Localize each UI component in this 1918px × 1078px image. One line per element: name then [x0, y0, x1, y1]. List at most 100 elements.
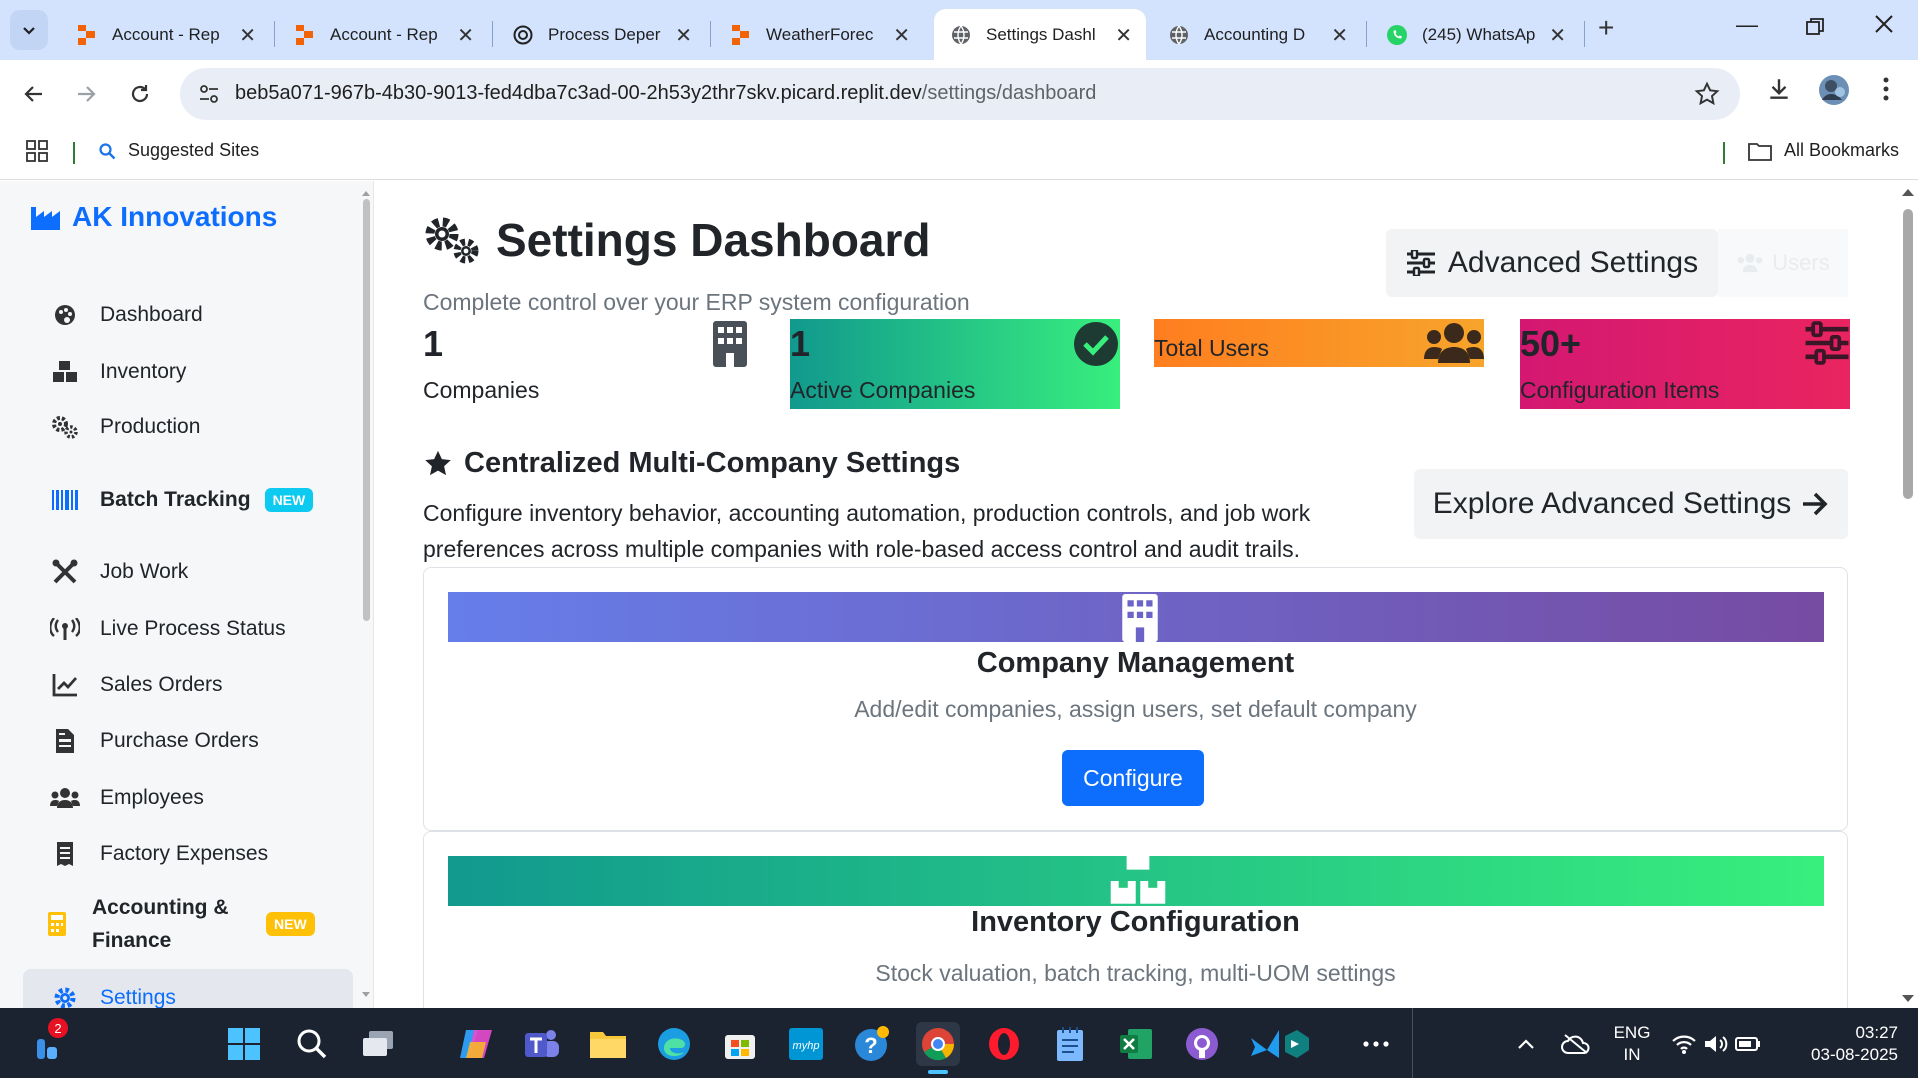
- profile-avatar[interactable]: [1818, 74, 1850, 106]
- excel-app[interactable]: [1114, 1022, 1158, 1066]
- sidebar-item-factory-expenses[interactable]: Factory Expenses: [50, 834, 268, 874]
- edge-app[interactable]: [652, 1022, 696, 1066]
- sidebar-item-live-process-status[interactable]: Live Process Status: [50, 609, 286, 649]
- building-icon: [1122, 594, 1158, 642]
- myhp-app[interactable]: myhp: [784, 1022, 828, 1066]
- reload-button[interactable]: [122, 76, 158, 112]
- back-button[interactable]: [16, 76, 52, 112]
- sidebar-item-batch-tracking[interactable]: Batch Tracking NEW: [50, 480, 314, 520]
- site-info-icon[interactable]: [198, 83, 220, 105]
- check-circle-icon: [1073, 321, 1119, 367]
- forward-button[interactable]: [68, 76, 104, 112]
- all-bookmarks-button[interactable]: All Bookmarks: [1748, 140, 1899, 161]
- taskbar-overflow-button[interactable]: [1354, 1022, 1398, 1066]
- sliders-icon: [1804, 321, 1850, 365]
- vscode-app[interactable]: [1246, 1022, 1316, 1066]
- windows-taskbar: 2 myhp ? ENG IN 03:27 03-08-2025: [0, 1008, 1918, 1078]
- browser-tab[interactable]: (245) WhatsAp ✕: [1370, 9, 1580, 60]
- microsoft-store-app[interactable]: [718, 1022, 762, 1066]
- tray-chevron-up-button[interactable]: [1504, 1022, 1548, 1066]
- new-tab-button[interactable]: +: [1598, 14, 1614, 42]
- gear-icon: [50, 986, 80, 1008]
- sidebar-item-employees[interactable]: Employees: [50, 778, 204, 818]
- task-view-button[interactable]: [356, 1022, 400, 1066]
- page-scrollbar[interactable]: [1898, 181, 1918, 1008]
- sliders-icon: [1406, 250, 1435, 276]
- close-tab-icon[interactable]: ✕: [457, 23, 474, 48]
- hp-icon: myhp: [789, 1028, 823, 1060]
- advanced-settings-button[interactable]: Advanced Settings: [1386, 229, 1718, 297]
- new-badge: NEW: [266, 912, 315, 936]
- start-button[interactable]: [222, 1022, 266, 1066]
- main-content: Settings Dashboard Complete control over…: [374, 181, 1898, 1008]
- store-icon: [725, 1035, 755, 1059]
- get-help-app[interactable]: ?: [850, 1022, 894, 1066]
- close-tab-icon[interactable]: ✕: [1115, 23, 1132, 48]
- github-app[interactable]: [1180, 1022, 1224, 1066]
- downloads-button[interactable]: [1766, 76, 1792, 102]
- boxes-icon: [50, 361, 80, 383]
- sidebar-item-purchase-orders[interactable]: Purchase Orders: [50, 721, 259, 761]
- onedrive-tray-icon[interactable]: [1554, 1022, 1598, 1066]
- bookmark-suggested-sites[interactable]: Suggested Sites: [98, 140, 259, 161]
- copilot-app[interactable]: [454, 1022, 498, 1066]
- boxes-icon: [1108, 856, 1168, 906]
- language-indicator[interactable]: ENG IN: [1610, 1022, 1654, 1066]
- taskbar-search-button[interactable]: [290, 1022, 334, 1066]
- address-bar[interactable]: beb5a071-967b-4b30-9013-fed4dba7c3ad-00-…: [180, 68, 1740, 120]
- stat-value: 50+: [1520, 323, 1582, 364]
- opera-app[interactable]: [982, 1022, 1026, 1066]
- task-view-icon: [363, 1031, 393, 1056]
- users-button[interactable]: Users: [1718, 229, 1848, 297]
- close-tab-icon[interactable]: ✕: [1549, 23, 1566, 48]
- bookmark-star-icon[interactable]: [1694, 81, 1720, 107]
- stat-label: Configuration Items: [1520, 377, 1720, 403]
- sidebar-item-dashboard[interactable]: Dashboard: [50, 295, 203, 335]
- sidebar-item-job-work[interactable]: Job Work: [50, 552, 188, 592]
- brand-logo[interactable]: AK Innovations: [30, 201, 277, 233]
- browser-tab[interactable]: Account - Rep ✕: [60, 9, 270, 60]
- edge-icon: [658, 1028, 690, 1060]
- receipt-icon: [50, 841, 80, 867]
- stat-card-companies: 1 Companies: [423, 319, 753, 409]
- system-clock[interactable]: 03:27 03-08-2025: [1786, 1022, 1898, 1066]
- sidebar-scroll-thumb[interactable]: [363, 199, 370, 621]
- folder-icon: [590, 1032, 626, 1058]
- restore-button[interactable]: [1806, 18, 1824, 36]
- help-icon: ?: [855, 1026, 889, 1061]
- sidebar-item-settings[interactable]: Settings: [50, 978, 176, 1008]
- sidebar-item-production[interactable]: Production: [50, 407, 200, 447]
- file-explorer-app[interactable]: [586, 1022, 630, 1066]
- close-tab-icon[interactable]: ✕: [1331, 23, 1348, 48]
- browser-tab-active[interactable]: Settings Dashl ✕: [934, 9, 1146, 60]
- bookmarks-bar: Suggested Sites All Bookmarks: [0, 128, 1918, 180]
- reload-icon: [131, 85, 149, 103]
- sidebar-item-accounting-finance[interactable]: Accounting & Finance NEW: [42, 889, 315, 959]
- tab-search-button[interactable]: [10, 10, 48, 50]
- close-tab-icon[interactable]: ✕: [239, 23, 256, 48]
- explore-advanced-settings-button[interactable]: Explore Advanced Settings: [1414, 469, 1848, 539]
- teams-app[interactable]: [520, 1022, 564, 1066]
- browser-tab[interactable]: Account - Rep ✕: [278, 9, 488, 60]
- page-subtitle: Complete control over your ERP system co…: [423, 289, 970, 315]
- stat-label: Companies: [423, 377, 540, 403]
- close-window-button[interactable]: [1874, 14, 1894, 34]
- close-tab-icon[interactable]: ✕: [893, 23, 910, 48]
- chrome-app-active[interactable]: [916, 1022, 960, 1074]
- arrow-left-icon: [24, 86, 42, 102]
- sidebar-item-sales-orders[interactable]: Sales Orders: [50, 665, 223, 705]
- apps-grid-button[interactable]: [26, 140, 48, 162]
- configure-button[interactable]: Configure: [1062, 750, 1204, 806]
- browser-tab[interactable]: Process Deper ✕: [496, 9, 706, 60]
- notepad-app[interactable]: [1048, 1022, 1092, 1066]
- browser-menu-button[interactable]: [1882, 76, 1890, 102]
- browser-tab[interactable]: Accounting D ✕: [1152, 9, 1362, 60]
- minimize-button[interactable]: —: [1736, 12, 1758, 38]
- browser-tab[interactable]: WeatherForec ✕: [714, 9, 924, 60]
- close-tab-icon[interactable]: ✕: [675, 23, 692, 48]
- stat-card-active-companies: 1 Active Companies: [790, 319, 1120, 409]
- page-scroll-thumb[interactable]: [1903, 209, 1913, 499]
- quick-settings-button[interactable]: [1666, 1022, 1766, 1066]
- sidebar-item-inventory[interactable]: Inventory: [50, 352, 186, 392]
- widgets-button[interactable]: 2: [26, 1018, 70, 1066]
